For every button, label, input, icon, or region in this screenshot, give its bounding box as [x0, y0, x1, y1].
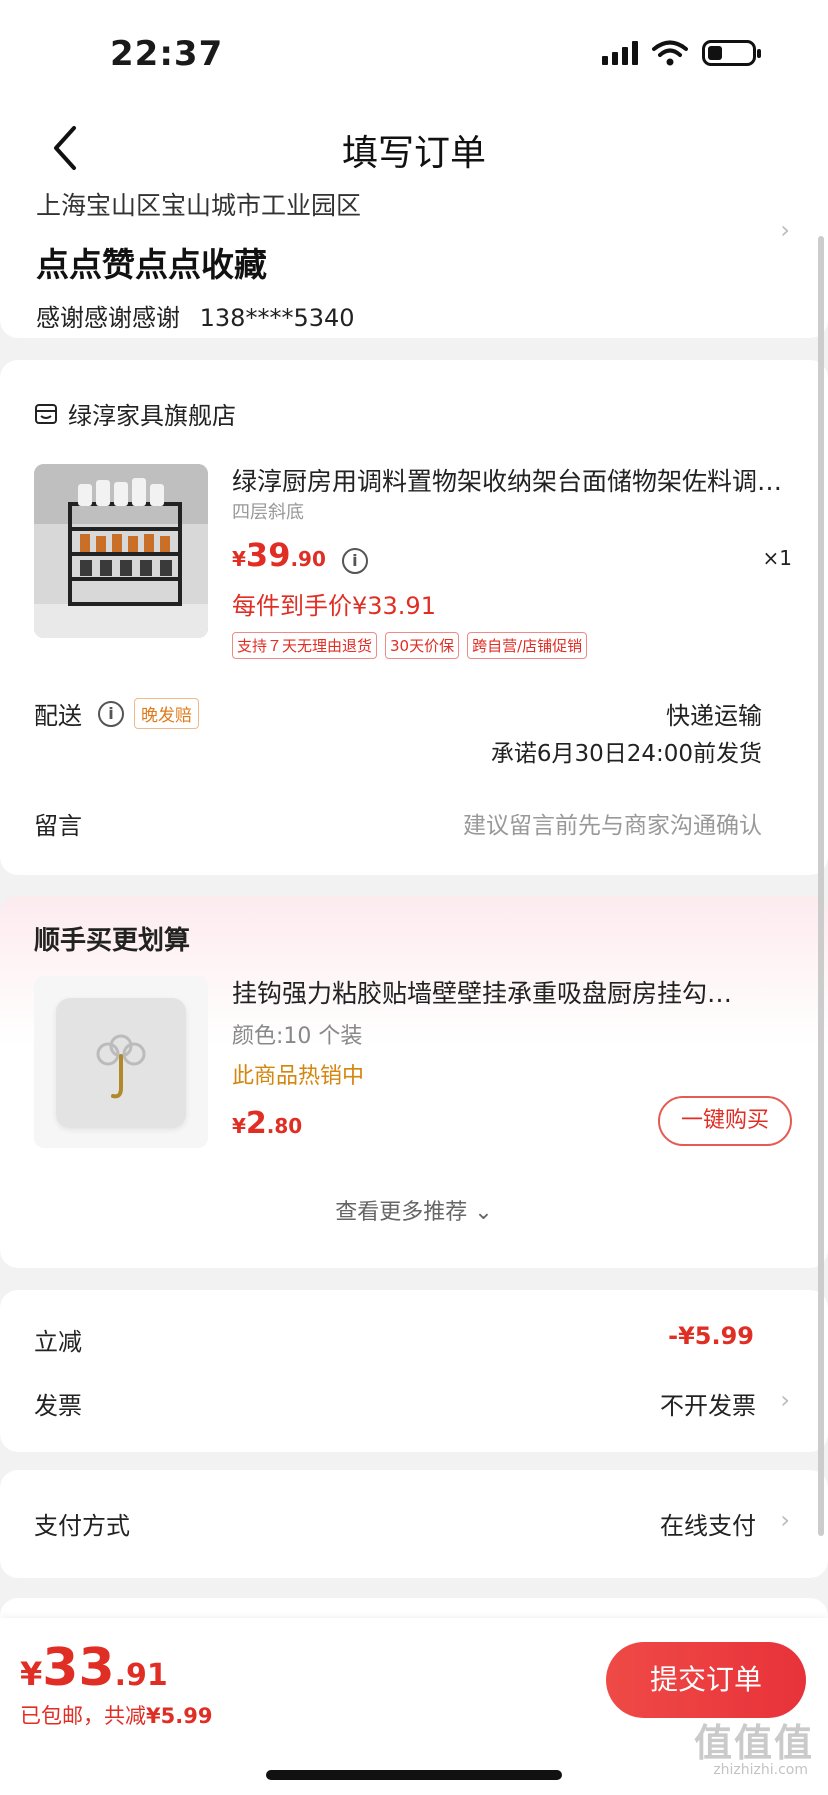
tag-price-protect: 30天价保 [385, 632, 460, 659]
recommend-product-spec: 颜色:10 个装 [232, 1024, 363, 1049]
tag-return: 支持７天无理由退货 [232, 632, 378, 659]
product-title[interactable]: 绿淳厨房用调料置物架收纳架台面储物架佐料调… [232, 462, 792, 498]
wifi-icon [652, 40, 688, 66]
shipping-row: 配送 i 晚发赔 [34, 696, 199, 731]
discount-label: 立减 [34, 1328, 82, 1356]
payment-chevron-icon[interactable]: › [780, 1506, 790, 1534]
recommend-product-title[interactable]: 挂钩强力粘胶贴墙壁壁挂承重吸盘厨房挂勾… [232, 974, 792, 1010]
status-time: 22:37 [110, 34, 224, 74]
address-contact: 感谢感谢感谢 138****5340 [36, 298, 355, 333]
address-card[interactable]: 上海宝山区宝山城市工业园区 点点赞点点收藏 感谢感谢感谢 138****5340… [0, 170, 828, 338]
tag-promo: 跨自营/店铺促销 [467, 632, 588, 659]
scrollbar[interactable] [818, 236, 824, 1536]
product-tags: 支持７天无理由退货 30天价保 跨自营/店铺促销 [232, 632, 588, 659]
rec-price-decimal: .80 [266, 1114, 303, 1138]
recommend-card: 顺手买更划算 挂钩强力粘胶贴墙壁壁挂承重吸盘厨房挂勾… 颜色:10 个装 此商品… [0, 896, 828, 1268]
payment-card[interactable]: 支付方式 在线支付 › [0, 1470, 828, 1578]
recommend-title: 顺手买更划算 [34, 926, 191, 956]
late-compensation-badge: 晚发赔 [134, 698, 199, 729]
summary-card: 立减 -¥5.99 发票 不开发票 › [0, 1290, 828, 1452]
note-prefix: 已包邮，共减 [20, 1704, 146, 1728]
one-click-buy-button[interactable]: 一键购买 [658, 1096, 792, 1146]
spice-rack-image [34, 464, 208, 638]
hook-image [96, 1034, 146, 1099]
total-note: 已包邮，共减¥5.99 [20, 1700, 212, 1730]
payment-value[interactable]: 在线支付 [660, 1506, 756, 1541]
payment-label: 支付方式 [34, 1512, 130, 1540]
recommend-price: ¥ 2 .80 [232, 1106, 302, 1141]
store-header[interactable]: 绿淳家具旗舰店 [34, 396, 236, 431]
checkout-bar: ¥ 33 .91 已包邮，共减¥5.99 提交订单 [0, 1618, 828, 1795]
product-quantity: ×1 [762, 546, 792, 570]
more-recommendations-link[interactable]: 查看更多推荐 ⌄ [0, 1194, 828, 1226]
shipping-info-icon[interactable]: i [98, 700, 124, 727]
submit-order-button[interactable]: 提交订单 [606, 1642, 806, 1718]
total-decimal: .91 [114, 1658, 168, 1693]
unit-price: 每件到手价¥33.91 [232, 592, 436, 620]
price-info-icon[interactable]: i [341, 548, 368, 574]
note-amount: ¥5.99 [146, 1704, 213, 1728]
shipping-label: 配送 [34, 702, 82, 730]
product-spec: 四层斜底 [232, 502, 304, 523]
invoice-label: 发票 [34, 1392, 82, 1420]
status-bar: 22:37 [0, 0, 828, 110]
address-detail: 点点赞点点收藏 [36, 245, 267, 284]
recommend-product-image[interactable] [34, 976, 208, 1148]
store-name: 绿淳家具旗舰店 [68, 402, 236, 430]
store-card: 绿淳家具旗舰店 绿淳厨房用调料置物架收纳架台面储物架佐料调… 四层斜底 ¥ 39… [0, 360, 828, 875]
total-price: ¥ 33 .91 [20, 1638, 168, 1698]
cellular-signal-icon [602, 41, 638, 65]
message-label: 留言 [34, 812, 82, 840]
chevron-right-icon[interactable]: › [780, 216, 790, 244]
shipping-method: 快递运输 [666, 702, 762, 730]
product-price: ¥ 39 .90 i [232, 536, 368, 574]
message-input[interactable]: 建议留言前先与商家沟通确认 [463, 806, 762, 840]
address-region: 上海宝山区宝山城市工业园区 [36, 191, 362, 220]
price-decimal: .90 [290, 547, 326, 571]
invoice-chevron-icon[interactable]: › [780, 1386, 790, 1414]
store-icon [35, 403, 57, 424]
watermark-url: zhizhizhi.com [713, 1762, 808, 1778]
price-currency: ¥ [232, 547, 246, 571]
recommend-hot-label: 此商品热销中 [232, 1064, 365, 1089]
watermark-logo: 值值值 [693, 1721, 814, 1765]
discount-value: -¥5.99 [668, 1322, 754, 1350]
contact-phone: 138****5340 [199, 304, 355, 332]
battery-icon [702, 40, 761, 66]
price-integer: 39 [245, 536, 291, 574]
status-icons [602, 40, 761, 66]
page-title: 填写订单 [341, 133, 486, 174]
invoice-value[interactable]: 不开发票 [660, 1386, 756, 1421]
shipping-promise: 承诺6月30日24:00前发货 [490, 741, 762, 767]
product-image[interactable] [34, 464, 208, 638]
home-indicator[interactable] [266, 1770, 562, 1780]
contact-name: 感谢感谢感谢 [36, 304, 180, 332]
total-currency: ¥ [20, 1655, 43, 1693]
rec-price-integer: 2 [245, 1106, 267, 1141]
rec-price-currency: ¥ [232, 1114, 246, 1138]
total-integer: 33 [42, 1638, 115, 1698]
